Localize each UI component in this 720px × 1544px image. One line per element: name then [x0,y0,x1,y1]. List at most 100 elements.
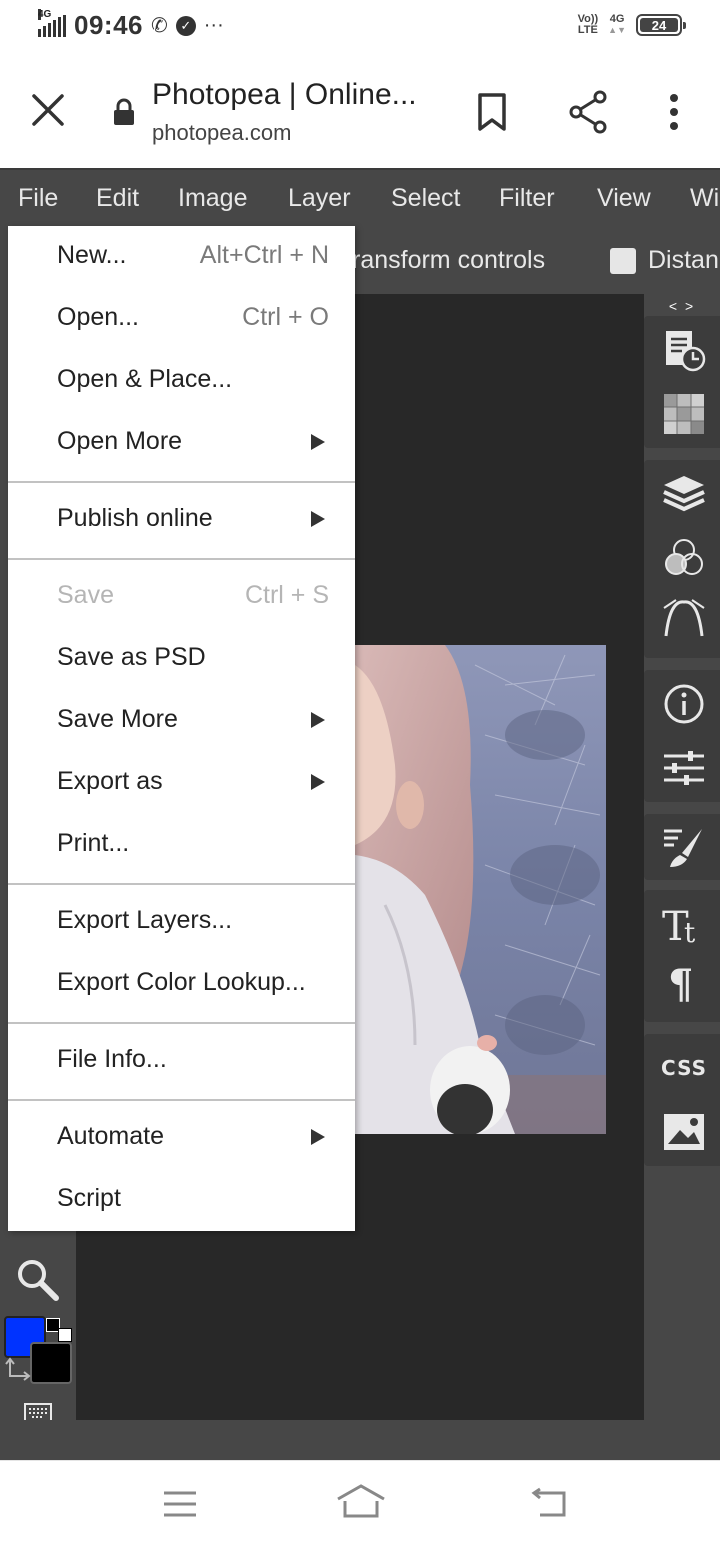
menu-item-shortcut: Ctrl + O [242,303,329,331]
page-title: Photopea | Online... [152,78,417,111]
menu-item-label: Script [57,1184,121,1212]
channels-icon[interactable] [662,536,706,580]
swatches-icon[interactable] [662,392,706,436]
menu-bar: File Edit Image Layer Select Filter View… [0,168,720,226]
character-icon[interactable]: T t [662,902,706,946]
bookmark-icon[interactable] [474,92,510,132]
menu-separator [8,1022,355,1024]
menu-item-label: Export as [57,767,163,795]
history-icon[interactable] [662,328,706,372]
right-panel: < > T t ¶ CSS [644,294,720,1460]
menu-item-label: Save as PSD [57,643,206,671]
menu-item-file-info[interactable]: File Info... [8,1030,355,1092]
data-arrows-icon: ▲▼ [608,25,626,35]
back-icon[interactable] [530,1487,568,1519]
menu-item-label: Publish online [57,504,213,532]
volte-line2: LTE [577,24,598,36]
info-icon[interactable] [662,682,706,726]
status-right: Vo)) LTE 4G ▲▼ 24 [578,13,686,36]
paragraph-icon[interactable]: ¶ [662,960,706,1004]
menu-item-label: Export Color Lookup... [57,968,306,996]
menu-separator [8,1099,355,1101]
submenu-arrow-icon [311,1129,325,1145]
menu-image[interactable]: Image [178,184,247,213]
submenu-arrow-icon [311,511,325,527]
menu-item-save: Save Ctrl + S [8,566,355,628]
menu-item-open-more[interactable]: Open More [8,412,355,474]
menu-item-label: New... [57,241,127,269]
battery-level: 24 [640,18,678,33]
menu-window[interactable]: Wi [690,184,719,213]
menu-icon[interactable] [162,1489,198,1519]
submenu-arrow-icon [311,774,325,790]
zoom-icon[interactable] [14,1256,60,1302]
menu-item-print[interactable]: Print... [8,814,355,876]
default-colors-icon-white[interactable] [58,1328,72,1342]
panel-group-4 [644,814,720,880]
paths-icon[interactable] [662,596,706,640]
menu-layer[interactable]: Layer [288,184,351,213]
status-left: 4G 09:46 ✆ ✓ ··· [38,8,224,41]
panel-collapse-toggle[interactable]: < > [644,298,720,314]
adjustments-icon[interactable] [662,746,706,790]
menu-item-open[interactable]: Open... Ctrl + O [8,288,355,350]
signal-icon: 4G [38,8,66,37]
verified-icon: ✓ [175,15,196,36]
panel-group-1 [644,316,720,448]
lock-icon[interactable] [112,98,136,126]
distances-checkbox[interactable] [610,248,636,274]
menu-item-label: Export Layers... [57,906,233,934]
system-nav-bar [0,1460,720,1544]
page-url[interactable]: photopea.com [152,120,291,146]
panel-group-6: CSS [644,1034,720,1166]
canvas-photo[interactable] [355,645,606,1134]
menu-filter[interactable]: Filter [499,184,555,213]
menu-item-new[interactable]: New... Alt+Ctrl + N [8,226,355,288]
more-vertical-icon[interactable] [664,94,684,130]
panel-group-3 [644,670,720,802]
background-color-swatch[interactable] [30,1342,72,1384]
menu-item-save-more[interactable]: Save More [8,690,355,752]
menu-separator [8,481,355,483]
menu-item-script[interactable]: Script [8,1169,355,1231]
share-icon[interactable] [568,90,608,134]
clock: 09:46 [74,10,143,40]
browser-toolbar: Photopea | Online... photopea.com [0,56,720,168]
menu-item-automate[interactable]: Automate [8,1107,355,1169]
data-network-type: 4G [609,13,625,25]
status-bar: 4G 09:46 ✆ ✓ ··· Vo)) LTE 4G ▲▼ 24 [0,0,720,56]
menu-separator [8,883,355,885]
menu-item-label: File Info... [57,1045,167,1073]
menu-item-label: Open & Place... [57,365,233,393]
volte-indicator: Vo)) LTE [578,14,599,36]
phone-call-icon: ✆ [151,15,168,37]
menu-edit[interactable]: Edit [96,184,139,213]
menu-item-shortcut: Ctrl + S [244,581,329,609]
menu-item-label: Save More [57,705,178,733]
distances-label[interactable]: Distan [648,246,719,275]
menu-item-publish-online[interactable]: Publish online [8,489,355,551]
menu-item-open-place[interactable]: Open & Place... [8,350,355,412]
menu-item-export-color-lookup[interactable]: Export Color Lookup... [8,953,355,1015]
menu-item-export-layers[interactable]: Export Layers... [8,891,355,953]
brush-settings-icon[interactable] [662,825,706,869]
menu-view[interactable]: View [597,184,651,213]
app-bottom-strip [0,1420,720,1460]
file-menu-dropdown: New... Alt+Ctrl + N Open... Ctrl + O Ope… [8,226,355,1231]
layers-icon[interactable] [662,472,706,516]
css-icon[interactable]: CSS [661,1046,706,1090]
svg-text:¶: ¶ [668,961,693,1004]
close-icon[interactable] [30,92,66,128]
battery-icon: 24 [636,14,686,36]
transform-controls-label[interactable]: ransform controls [352,246,545,275]
swap-colors-icon[interactable] [4,1356,32,1384]
menu-item-label: Automate [57,1122,165,1150]
image-icon[interactable] [662,1110,706,1154]
home-icon[interactable] [336,1483,386,1519]
menu-item-label: Open... [57,303,139,331]
submenu-arrow-icon [311,434,325,450]
menu-item-export-as[interactable]: Export as [8,752,355,814]
menu-file[interactable]: File [18,184,58,213]
menu-item-save-as-psd[interactable]: Save as PSD [8,628,355,690]
menu-select[interactable]: Select [391,184,460,213]
